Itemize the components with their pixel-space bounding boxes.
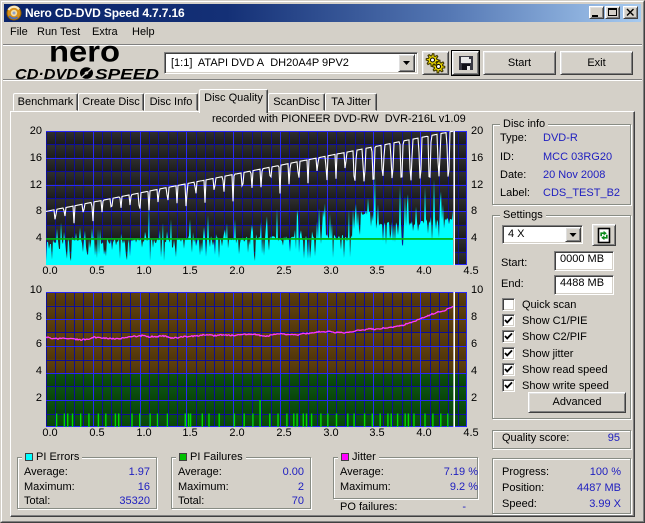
svg-text:nero: nero: [49, 43, 120, 63]
